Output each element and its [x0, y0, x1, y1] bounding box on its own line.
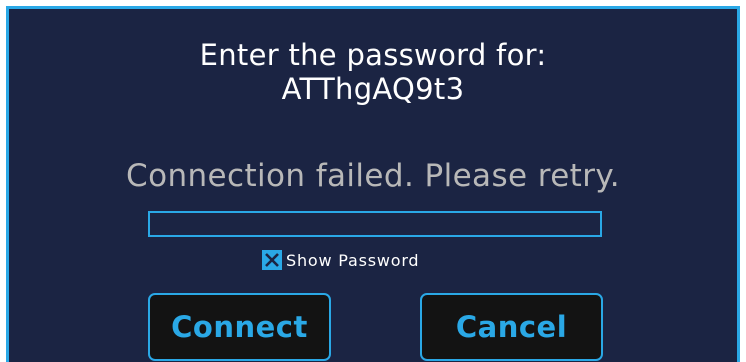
show-password-label: Show Password [286, 250, 420, 270]
show-password-toggle[interactable]: Show Password [262, 249, 419, 271]
connect-button[interactable]: Connect [148, 293, 331, 361]
dialog-title: Enter the password for: [199, 38, 547, 72]
status-message: Connection failed. Please retry. [126, 158, 620, 194]
password-input[interactable] [148, 211, 602, 237]
checkbox-checked-icon[interactable] [262, 250, 282, 270]
network-name: ATThgAQ9t3 [281, 72, 465, 106]
cancel-button[interactable]: Cancel [420, 293, 603, 361]
password-dialog: Enter the password for: ATThgAQ9t3 Conne… [6, 6, 740, 362]
